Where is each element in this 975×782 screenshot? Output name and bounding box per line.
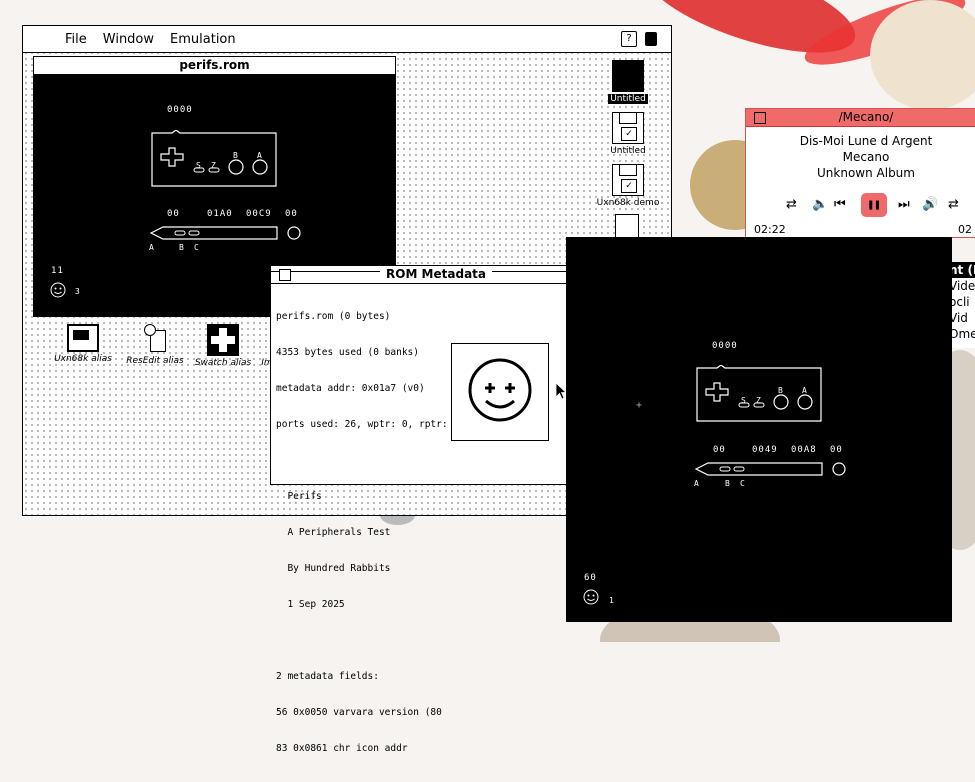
alias-swatch[interactable]: Swatch alias	[191, 324, 255, 368]
rom-metadata-window: ROM Metadata perifs.rom (0 bytes) 4353 b…	[270, 265, 602, 754]
previous-track-icon[interactable]: ⏮	[834, 197, 846, 212]
smiley-icon	[583, 589, 599, 605]
playlist-item[interactable]: Ome	[949, 326, 975, 342]
window-titlebar[interactable]: perifs.rom	[34, 57, 395, 75]
swatch-icon	[207, 324, 239, 356]
app-menu-icon[interactable]	[645, 32, 657, 46]
playlist-panel: nt (H Vide ocli Vid Ome	[948, 262, 975, 348]
music-player-window: /Mecano/ Dis-Moi Lune d Argent Mecano Un…	[745, 108, 975, 238]
resedit-icon	[144, 324, 166, 352]
window-title: perifs.rom	[179, 58, 250, 72]
frame-counter: 11	[51, 266, 64, 276]
track-title: Dis-Moi Lune d Argent	[799, 134, 933, 148]
menu-file[interactable]: File	[57, 32, 95, 47]
shuffle-icon[interactable]: ⇄	[948, 197, 959, 212]
player-title: /Mecano/	[838, 110, 894, 124]
metadata-text: perifs.rom (0 bytes) 4353 bytes used (0 …	[276, 311, 460, 754]
pad-value: 0000	[167, 105, 193, 115]
frame-counter: 60	[584, 573, 597, 583]
disk-icon-untitled-1[interactable]: Untitled	[606, 60, 650, 104]
remaining-time: 02	[958, 223, 972, 236]
playlist-item[interactable]: Vide	[949, 278, 975, 294]
window-title: ROM Metadata	[380, 267, 492, 281]
next-track-icon[interactable]: ⏭	[898, 197, 910, 212]
document-icon[interactable]	[615, 214, 639, 238]
help-icon[interactable]: ?	[621, 31, 637, 47]
menu-bar: File Window Emulation ?	[23, 26, 671, 53]
track-info: Dis-Moi Lune d Argent Mecano Unknown Alb…	[746, 133, 975, 181]
elapsed-time: 02:22	[754, 223, 786, 236]
alias-resedit[interactable]: ResEdit alias	[123, 324, 187, 366]
track-album: Unknown Album	[817, 166, 915, 180]
smiley-icon	[468, 358, 532, 422]
computer-icon	[67, 324, 99, 352]
floppy-disk-icon	[612, 112, 644, 144]
close-box-icon[interactable]	[754, 112, 766, 124]
track-artist: Mecano	[842, 150, 890, 164]
smiley-icon	[50, 282, 66, 298]
menu-window[interactable]: Window	[95, 32, 162, 47]
rom-icon-preview	[451, 343, 549, 441]
window-titlebar[interactable]: ROM Metadata	[271, 266, 601, 284]
floppy-disk-icon	[612, 60, 644, 92]
menu-emulation[interactable]: Emulation	[162, 32, 244, 47]
volume-up-icon[interactable]: 🔊	[922, 197, 938, 212]
repeat-icon[interactable]: ⇄	[786, 197, 797, 212]
playlist-item[interactable]: ocli	[949, 294, 975, 310]
emulator-window-2: + 0000 S Z B A 00 0049 00A8 00 A B C 60 …	[566, 237, 952, 622]
volume-down-icon[interactable]: 🔈	[812, 197, 828, 212]
player-controls: ⇄ 🔈 ⏮ ❚❚ ⏭ 🔊 ⇄	[746, 193, 975, 217]
disk-icon-untitled-2[interactable]: Untitled	[606, 112, 650, 156]
pause-button[interactable]: ❚❚	[861, 193, 887, 217]
alias-uxn68k[interactable]: Uxn68k alias	[51, 324, 115, 364]
playlist-item[interactable]: Vid	[949, 310, 975, 326]
pad-value: 0000	[712, 341, 738, 351]
player-titlebar[interactable]: /Mecano/	[746, 109, 975, 127]
floppy-disk-icon	[612, 164, 644, 196]
close-box-icon[interactable]	[279, 269, 291, 281]
playlist-item[interactable]: nt (H	[949, 262, 975, 278]
stylus-icon	[694, 462, 846, 476]
disk-icon-uxn68k-demo[interactable]: Uxn68k demo	[596, 164, 660, 208]
crosshair-icon: +	[636, 400, 643, 411]
stylus-icon	[149, 226, 301, 240]
